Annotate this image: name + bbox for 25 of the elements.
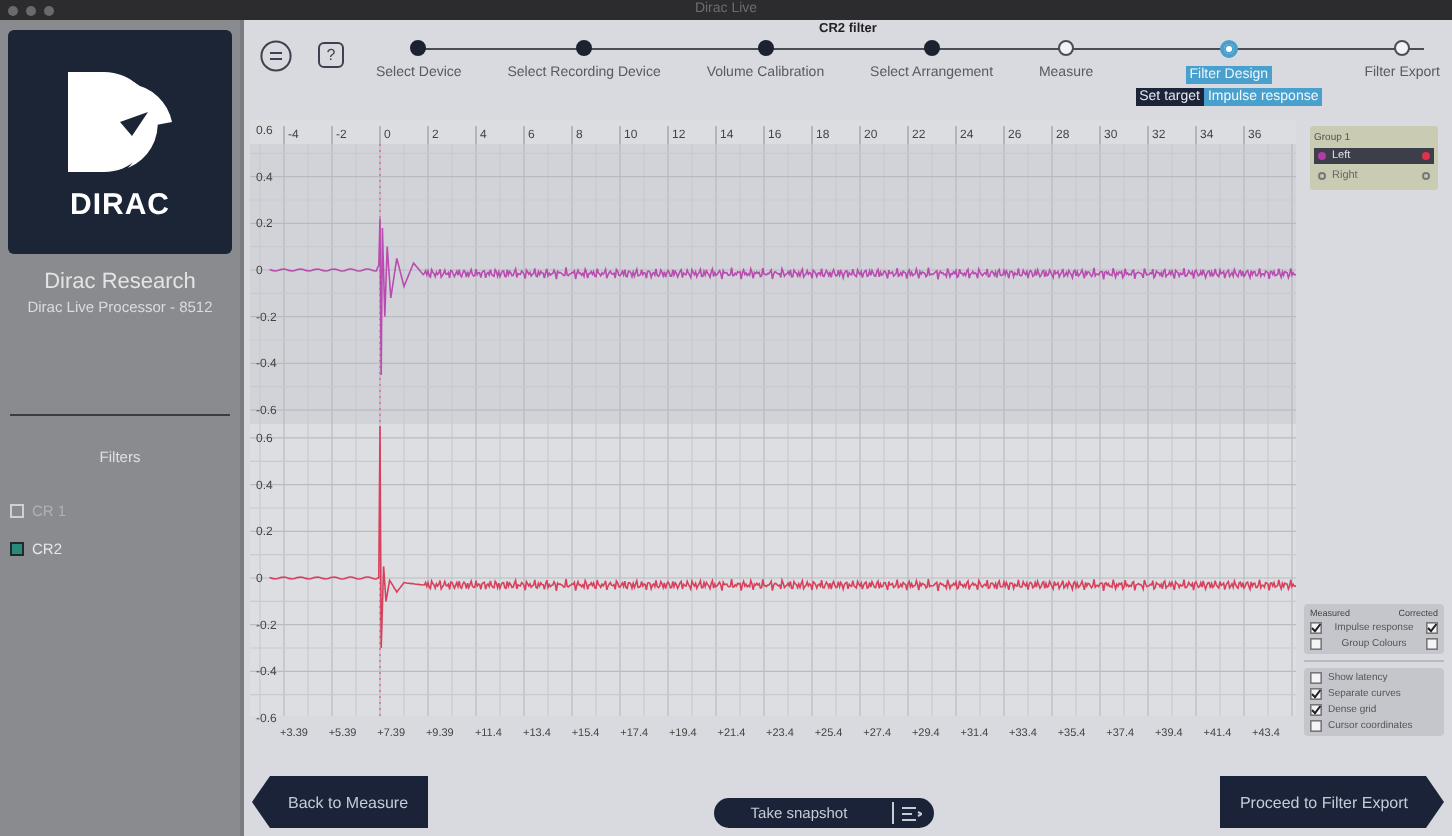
checkbox[interactable] xyxy=(1310,688,1322,700)
company-name: Dirac Research xyxy=(44,270,196,294)
menu-icon[interactable] xyxy=(260,40,292,72)
color-dot xyxy=(1422,172,1430,180)
checkbox[interactable] xyxy=(10,542,24,556)
checkbox[interactable] xyxy=(1310,704,1322,716)
checkbox[interactable] xyxy=(1426,638,1438,650)
checkbox[interactable] xyxy=(1310,638,1322,650)
step-node[interactable] xyxy=(1394,40,1411,56)
back-button[interactable]: Back to Measure xyxy=(252,776,429,828)
step-node[interactable] xyxy=(923,40,940,56)
proceed-button[interactable]: Proceed to Filter Export xyxy=(1219,776,1444,828)
logo-text: DIRAC xyxy=(70,188,170,222)
help-button[interactable]: ? xyxy=(318,42,344,68)
checkbox[interactable] xyxy=(1426,622,1438,634)
color-dot xyxy=(1318,172,1326,180)
step-node[interactable] xyxy=(410,40,427,56)
step-node[interactable] xyxy=(576,40,593,56)
list-icon xyxy=(901,805,922,821)
checkbox[interactable] xyxy=(1310,622,1322,634)
step-node[interactable] xyxy=(757,40,774,56)
step-node[interactable] xyxy=(1058,40,1075,56)
checkbox[interactable] xyxy=(1310,672,1322,684)
step-node[interactable] xyxy=(1219,40,1238,58)
checkbox[interactable] xyxy=(1310,720,1322,732)
